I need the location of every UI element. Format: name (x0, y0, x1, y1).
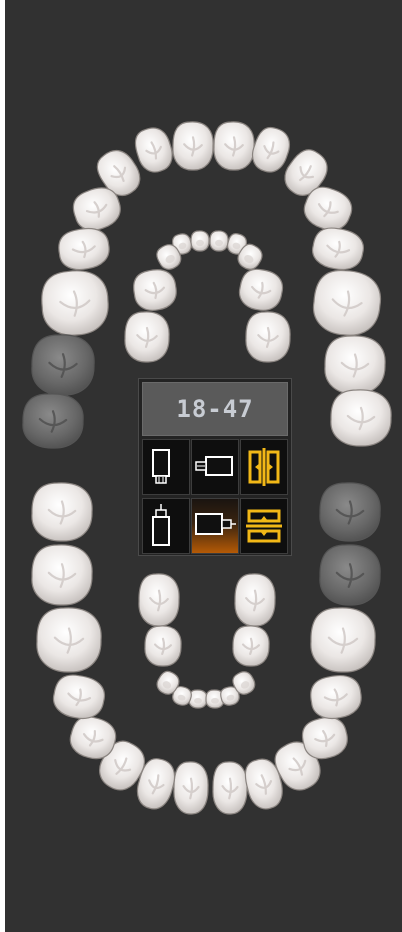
lower-arch-front-button[interactable] (142, 498, 190, 554)
tooth-54[interactable] (131, 267, 179, 314)
tooth-46[interactable] (310, 607, 376, 673)
tooth-38[interactable] (31, 482, 93, 542)
tooth-range-display: 18-47 (142, 382, 288, 436)
tooth-64[interactable] (237, 267, 285, 314)
lower-arch-side-button[interactable] (191, 498, 239, 554)
tooth-55[interactable] (124, 311, 170, 363)
tooth-47[interactable] (319, 544, 381, 606)
tooth-51[interactable] (190, 230, 210, 252)
tooth-selection-panel: 18-47 (138, 378, 292, 556)
tooth-61[interactable] (209, 230, 229, 252)
split-vertical-button[interactable] (240, 439, 288, 495)
tooth-18[interactable] (22, 393, 84, 449)
tooth-71[interactable] (188, 689, 208, 709)
tooth-17[interactable] (31, 334, 95, 396)
upper-arch-front-button[interactable] (142, 439, 190, 495)
tooth-74[interactable] (144, 625, 182, 667)
upper-arch-front-icon (152, 449, 170, 484)
tooth-36[interactable] (36, 607, 102, 673)
lower-arch-side-icon (195, 513, 236, 535)
tooth-37[interactable] (31, 544, 93, 606)
tooth-15[interactable] (56, 225, 112, 273)
tooth-45[interactable] (308, 672, 365, 722)
split-horizontal-button[interactable] (240, 498, 288, 554)
tooth-35[interactable] (51, 672, 108, 722)
tooth-27[interactable] (324, 335, 386, 395)
tooth-26[interactable] (311, 268, 383, 338)
tooth-28[interactable] (330, 389, 392, 447)
tooth-16[interactable] (39, 268, 111, 338)
tooth-75[interactable] (138, 573, 180, 627)
tooth-85[interactable] (234, 573, 276, 627)
tooth-21[interactable] (213, 121, 255, 171)
tooth-48[interactable] (319, 482, 381, 542)
split-horizontal-icon (246, 509, 282, 543)
tooth-31[interactable] (173, 761, 209, 815)
dental-chart: 18-47 (5, 0, 402, 932)
app: 18-47 (0, 0, 402, 932)
lower-arch-front-icon (152, 504, 170, 546)
tooth-41[interactable] (212, 761, 248, 815)
upper-arch-side-icon (195, 456, 233, 476)
tooth-11[interactable] (172, 121, 214, 171)
tooth-84[interactable] (232, 625, 270, 667)
upper-arch-side-button[interactable] (191, 439, 239, 495)
tooth-65[interactable] (245, 311, 291, 363)
tooth-25[interactable] (310, 225, 366, 273)
split-vertical-icon (248, 448, 280, 486)
